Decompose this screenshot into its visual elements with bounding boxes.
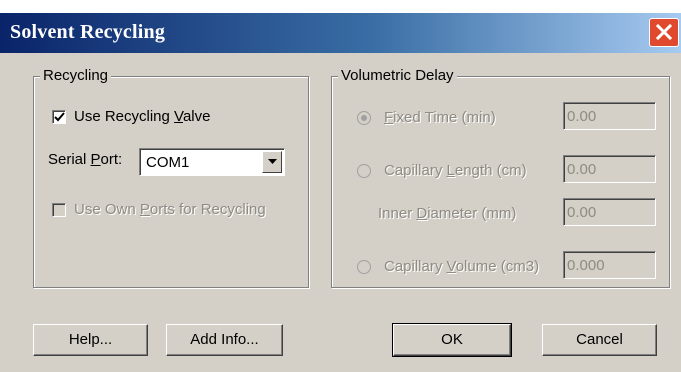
serial-port-label: Serial Port:: [48, 151, 123, 168]
capillary-volume-radio[interactable]: [357, 260, 371, 274]
fixed-time-field[interactable]: 0.00: [563, 102, 656, 130]
help-button[interactable]: Help...: [33, 324, 148, 356]
recycling-legend: Recycling: [40, 67, 112, 84]
serial-port-value: COM1: [146, 154, 190, 171]
capillary-volume-label[interactable]: Capillary Volume (cm3): [384, 258, 539, 275]
use-recycling-valve-checkbox[interactable]: [52, 110, 66, 124]
serial-port-select[interactable]: COM1: [139, 148, 285, 176]
dialog-body: Recycling Use Recycling Valve Serial Por…: [0, 53, 681, 372]
inner-diameter-label: Inner Diameter (mm): [378, 205, 517, 222]
checkmark-icon: [54, 112, 65, 122]
inner-diameter-field[interactable]: 0.00: [563, 198, 656, 226]
volumetric-delay-group: Volumetric Delay Fixed Time (min) 0.00 C…: [331, 67, 670, 288]
add-info-button[interactable]: Add Info...: [166, 324, 283, 356]
dropdown-button[interactable]: [262, 151, 282, 173]
capillary-volume-field[interactable]: 0.000: [563, 251, 656, 279]
use-own-ports-label[interactable]: Use Own Ports for Recycling: [74, 201, 266, 218]
use-own-ports-checkbox[interactable]: [52, 203, 66, 217]
fixed-time-label[interactable]: Fixed Time (min): [384, 109, 496, 126]
cancel-button[interactable]: Cancel: [542, 324, 657, 356]
close-icon: [656, 24, 672, 40]
recycling-group: Recycling Use Recycling Valve Serial Por…: [33, 67, 309, 288]
capillary-length-field[interactable]: 0.00: [563, 155, 656, 183]
close-button[interactable]: [649, 18, 679, 47]
ok-button[interactable]: OK: [392, 323, 512, 357]
window-title: Solvent Recycling: [10, 21, 166, 43]
chevron-down-icon: [268, 159, 277, 164]
volumetric-delay-legend: Volumetric Delay: [338, 67, 457, 84]
capillary-length-radio[interactable]: [357, 164, 371, 178]
use-recycling-valve-label[interactable]: Use Recycling Valve: [74, 108, 210, 125]
fixed-time-radio[interactable]: [357, 111, 371, 125]
title-bar: Solvent Recycling: [0, 13, 681, 53]
radio-selected-dot: [361, 115, 367, 121]
capillary-length-label[interactable]: Capillary Length (cm): [384, 162, 527, 179]
